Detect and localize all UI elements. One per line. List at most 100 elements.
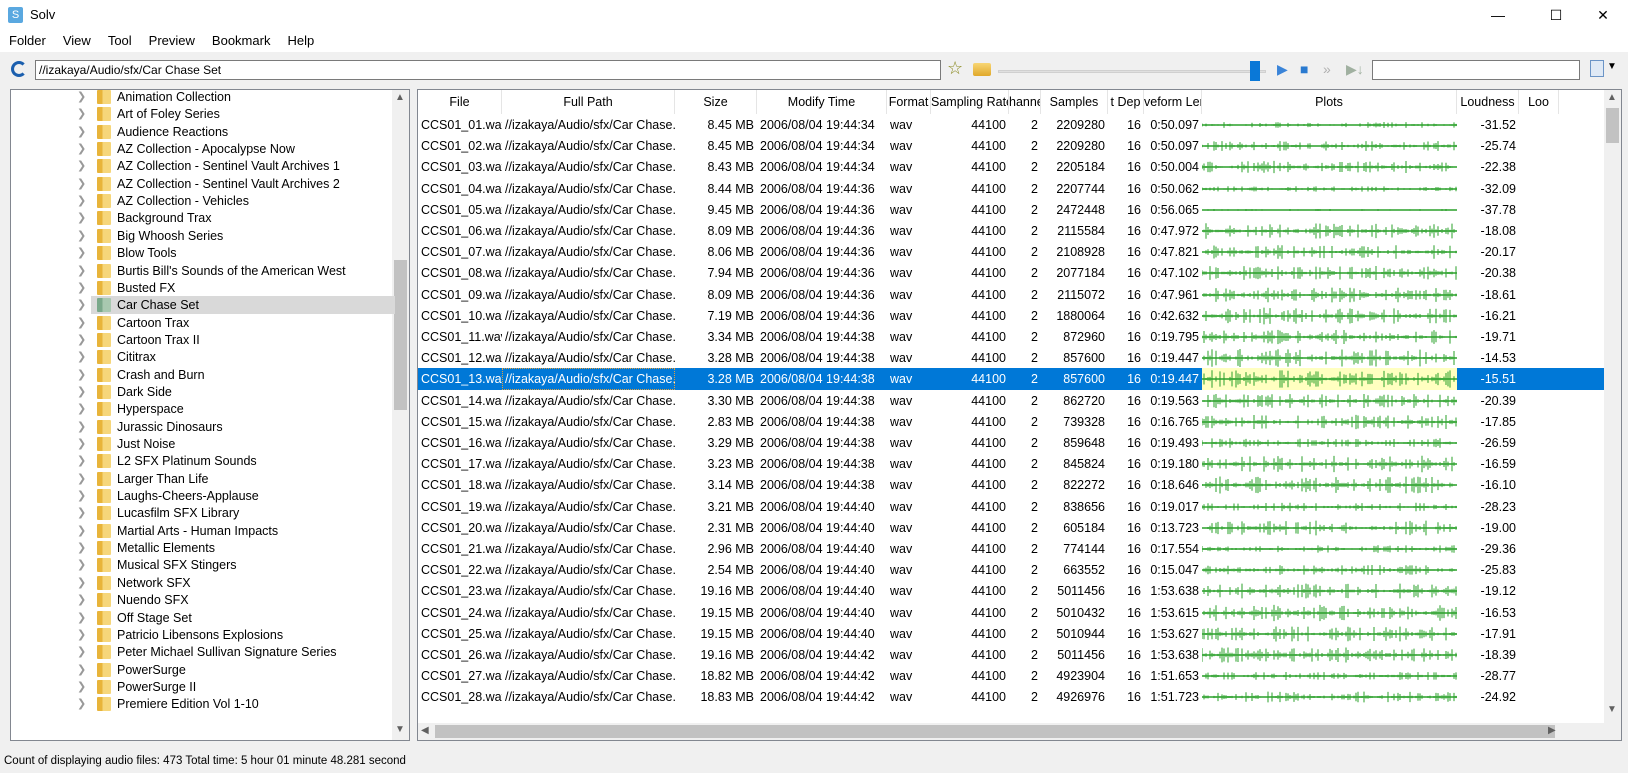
chevron-right-icon[interactable]: ❯ [77, 125, 86, 138]
tree-item[interactable]: ❯ Busted FX [11, 279, 395, 297]
stop-icon[interactable]: ■ [1300, 61, 1308, 77]
column-header[interactable]: hanne [1009, 90, 1041, 114]
table-row[interactable]: CCS01_28.wav//izakaya/Audio/sfx/Car Chas… [418, 686, 1606, 708]
tree-item[interactable]: ❯ Laughs-Cheers-Applause [11, 487, 395, 505]
column-header[interactable]: File [418, 90, 502, 114]
dropdown-icon[interactable]: ▼ [1607, 61, 1617, 72]
menu-bookmark[interactable]: Bookmark [203, 30, 279, 52]
tree-item[interactable]: ❯ Dark Side [11, 383, 395, 401]
tree-item[interactable]: ❯ Big Whoosh Series [11, 227, 395, 245]
menu-help[interactable]: Help [278, 30, 322, 52]
table-row[interactable]: CCS01_04.wav//izakaya/Audio/sfx/Car Chas… [418, 178, 1606, 200]
chevron-right-icon[interactable]: ❯ [77, 107, 86, 120]
table-row[interactable]: CCS01_08.wav//izakaya/Audio/sfx/Car Chas… [418, 262, 1606, 284]
chevron-right-icon[interactable]: ❯ [77, 558, 86, 571]
tree-item[interactable]: ❯ Crash and Burn [11, 366, 395, 384]
table-row[interactable]: CCS01_26.wav//izakaya/Audio/sfx/Car Chas… [418, 644, 1606, 666]
table-row[interactable]: CCS01_22.wav//izakaya/Audio/sfx/Car Chas… [418, 559, 1606, 581]
tree-item[interactable]: ❯ Premiere Edition Vol 1-10 [11, 695, 395, 713]
tree-item[interactable]: ❯ Car Chase Set [11, 296, 395, 315]
chevron-right-icon[interactable]: ❯ [77, 437, 86, 450]
column-header[interactable]: Size [675, 90, 757, 114]
chevron-right-icon[interactable]: ❯ [77, 402, 86, 415]
chevron-right-icon[interactable]: ❯ [77, 90, 86, 103]
chevron-right-icon[interactable]: ❯ [77, 298, 86, 311]
table-hscrollbar[interactable]: ◀ ▶ [418, 723, 1621, 740]
table-row[interactable]: CCS01_23.wav//izakaya/Audio/sfx/Car Chas… [418, 580, 1606, 602]
tree-item[interactable]: ❯ Peter Michael Sullivan Signature Series [11, 643, 395, 661]
tree-item[interactable]: ❯ L2 SFX Platinum Sounds [11, 452, 395, 470]
table-row[interactable]: CCS01_11.wav//izakaya/Audio/sfx/Car Chas… [418, 326, 1606, 348]
tree-item[interactable]: ❯ Larger Than Life [11, 470, 395, 488]
tree-item[interactable]: ❯ Network SFX [11, 574, 395, 592]
play-down-icon[interactable]: ▶↓ [1346, 61, 1364, 78]
chevron-right-icon[interactable]: ❯ [77, 142, 86, 155]
table-row[interactable]: CCS01_10.wav//izakaya/Audio/sfx/Car Chas… [418, 305, 1606, 327]
tree-item[interactable]: ❯ Nuendo SFX [11, 591, 395, 609]
chevron-right-icon[interactable]: ❯ [77, 246, 86, 259]
chevron-right-icon[interactable]: ❯ [77, 611, 86, 624]
chevron-right-icon[interactable]: ❯ [77, 281, 86, 294]
tree-item[interactable]: ❯ Animation Collection [11, 90, 395, 106]
tree-item[interactable]: ❯ Patricio Libensons Explosions [11, 626, 395, 644]
folder-tree[interactable]: ▲ ▼ ❯ Animation Collection ❯ Art of Foley S… [10, 89, 410, 741]
table-row[interactable]: CCS01_01.wav//izakaya/Audio/sfx/Car Chas… [418, 114, 1606, 136]
column-header[interactable]: veform Len [1144, 90, 1202, 114]
tree-item[interactable]: ❯ Blow Tools [11, 244, 395, 262]
menu-folder[interactable]: Folder [0, 30, 54, 52]
tree-item[interactable]: ❯ PowerSurge II [11, 678, 395, 696]
chevron-right-icon[interactable]: ❯ [77, 316, 86, 329]
close-button[interactable]: ✕ [1580, 0, 1626, 30]
column-header[interactable]: t Dep [1108, 90, 1144, 114]
table-row[interactable]: CCS01_05.wav//izakaya/Audio/sfx/Car Chas… [418, 199, 1606, 221]
column-header[interactable]: Loudness [1457, 90, 1519, 114]
chevron-right-icon[interactable]: ❯ [77, 177, 86, 190]
tree-item[interactable]: ❯ Jurassic Dinosaurs [11, 418, 395, 436]
column-header[interactable]: Modify Time [757, 90, 887, 114]
volume-slider[interactable] [998, 70, 1266, 73]
chevron-right-icon[interactable]: ❯ [77, 680, 86, 693]
folder-open-icon[interactable] [973, 63, 991, 76]
chevron-right-icon[interactable]: ❯ [77, 697, 86, 710]
tree-item[interactable]: ❯ AZ Collection - Vehicles [11, 192, 395, 210]
chevron-right-icon[interactable]: ❯ [77, 420, 86, 433]
table-row[interactable]: CCS01_09.wav//izakaya/Audio/sfx/Car Chas… [418, 284, 1606, 306]
table-row[interactable]: CCS01_27.wav//izakaya/Audio/sfx/Car Chas… [418, 665, 1606, 687]
chevron-right-icon[interactable]: ❯ [77, 229, 86, 242]
column-header[interactable]: Format [887, 90, 931, 114]
chevron-right-icon[interactable]: ❯ [77, 368, 86, 381]
chevron-right-icon[interactable]: ❯ [77, 264, 86, 277]
play-icon[interactable]: ▶ [1277, 61, 1288, 78]
table-row[interactable]: CCS01_17.wav//izakaya/Audio/sfx/Car Chas… [418, 453, 1606, 475]
tree-item[interactable]: ❯ Metallic Elements [11, 539, 395, 557]
tree-item[interactable]: ❯ Burtis Bill's Sounds of the American We… [11, 262, 395, 280]
tree-item[interactable]: ❯ Off Stage Set [11, 609, 395, 627]
scroll-up-icon[interactable]: ▲ [395, 92, 405, 103]
tree-item[interactable]: ❯ Cartoon Trax II [11, 331, 395, 349]
table-vscroll-thumb[interactable] [1606, 108, 1619, 143]
chevron-right-icon[interactable]: ❯ [77, 472, 86, 485]
table-row[interactable]: CCS01_02.wav//izakaya/Audio/sfx/Car Chas… [418, 135, 1606, 157]
table-row[interactable]: CCS01_06.wav//izakaya/Audio/sfx/Car Chas… [418, 220, 1606, 242]
menu-tool[interactable]: Tool [99, 30, 140, 52]
tree-item[interactable]: ❯ Lucasfilm SFX Library [11, 504, 395, 522]
chevron-right-icon[interactable]: ❯ [77, 454, 86, 467]
column-header[interactable]: Sampling Rate [931, 90, 1009, 114]
table-row[interactable]: CCS01_13.wav//izakaya/Audio/sfx/Car Chas… [418, 368, 1606, 391]
minimize-button[interactable]: — [1475, 0, 1521, 30]
tree-item[interactable]: ❯ Just Noise [11, 435, 395, 453]
menu-preview[interactable]: Preview [140, 30, 203, 52]
star-icon[interactable]: ☆ [947, 58, 963, 79]
tree-item[interactable]: ❯ Background Trax [11, 209, 395, 227]
table-row[interactable]: CCS01_15.wav//izakaya/Audio/sfx/Car Chas… [418, 411, 1606, 433]
column-header[interactable]: Samples [1041, 90, 1108, 114]
chevron-right-icon[interactable]: ❯ [77, 645, 86, 658]
table-row[interactable]: CCS01_18.wav//izakaya/Audio/sfx/Car Chas… [418, 474, 1606, 496]
fast-forward-icon[interactable]: » [1323, 61, 1331, 77]
tree-item[interactable]: ❯ AZ Collection - Sentinel Vault Archives… [11, 157, 395, 175]
tree-item[interactable]: ❯ AZ Collection - Apocalypse Now [11, 140, 395, 158]
tree-item[interactable]: ❯ AZ Collection - Sentinel Vault Archives… [11, 175, 395, 193]
table-row[interactable]: CCS01_14.wav//izakaya/Audio/sfx/Car Chas… [418, 390, 1606, 412]
chevron-right-icon[interactable]: ❯ [77, 194, 86, 207]
tree-item[interactable]: ❯ Audience Reactions [11, 123, 395, 141]
